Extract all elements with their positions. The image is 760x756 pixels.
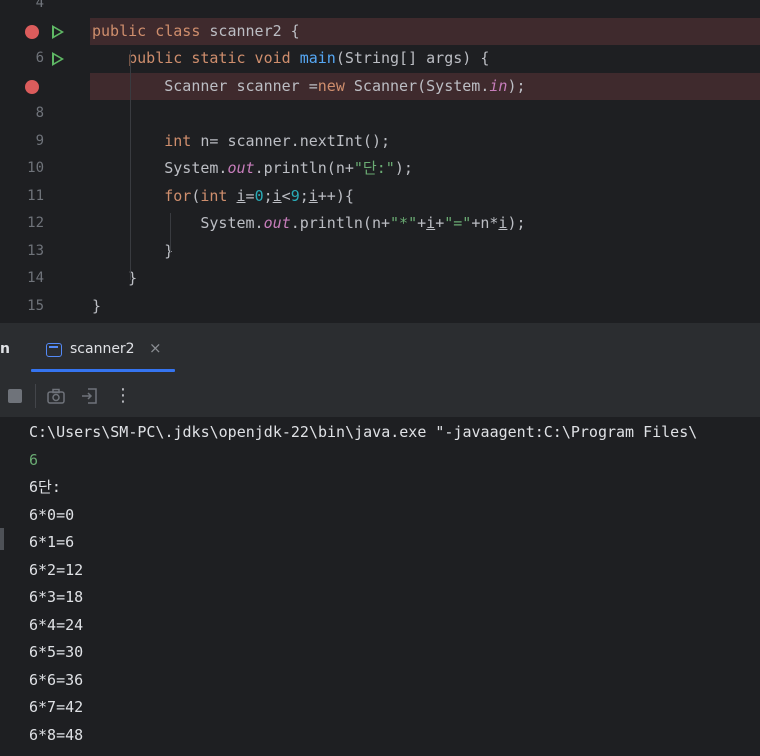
close-icon[interactable]: × — [149, 339, 162, 357]
code-line[interactable]: System.out.println(n+"*"+i+"="+n*i); — [92, 210, 525, 238]
run-toolbar: ⋮ — [0, 374, 760, 418]
run-gutter-icon[interactable] — [52, 52, 64, 66]
more-options-icon[interactable]: ⋮ — [114, 385, 132, 406]
breakpoint-icon[interactable] — [25, 24, 39, 39]
run-panel-header: n scanner2 × — [0, 322, 760, 374]
console-command-line: C:\Users\SM-PC\.jdks\openjdk-22\bin\java… — [29, 423, 698, 441]
console-output-line: 6*0=0 — [29, 505, 75, 524]
run-gutter-icon[interactable] — [52, 24, 64, 39]
tab-label: scanner2 — [70, 341, 135, 357]
line-number: 13 — [27, 242, 44, 259]
console-icon — [46, 343, 62, 357]
console-output-line: 6*4=24 — [29, 615, 84, 634]
code-line[interactable]: public static void main(String[] args) { — [92, 45, 489, 73]
console-output-line: 6*8=48 — [29, 725, 84, 744]
line-number: 10 — [27, 160, 44, 176]
code-line[interactable]: } — [92, 293, 101, 321]
code-line[interactable]: System.out.println(n+"단:"); — [92, 155, 413, 183]
line-number: 6 — [35, 50, 44, 66]
code-editor[interactable]: 4 public class scanner2 { 6 public static … — [0, 0, 760, 322]
console-output-line: 6*6=36 — [29, 670, 84, 689]
line-number: 9 — [35, 132, 44, 149]
line-number: 8 — [35, 105, 44, 121]
exit-icon[interactable] — [80, 386, 100, 406]
code-line[interactable]: Scanner scanner =new Scanner(System.in); — [92, 73, 525, 101]
console-output-line: 6*5=30 — [29, 643, 84, 661]
line-number: 14 — [27, 270, 44, 286]
console-input-line: 6 — [29, 450, 39, 469]
toolbar-divider — [35, 384, 36, 408]
code-line[interactable]: } — [92, 238, 173, 266]
line-number: 15 — [27, 297, 44, 314]
scroll-marker — [0, 528, 4, 550]
line-number: 11 — [27, 187, 44, 204]
breakpoint-icon[interactable] — [25, 79, 39, 94]
line-number: 12 — [27, 215, 44, 231]
stop-icon[interactable] — [8, 389, 22, 403]
code-line[interactable]: for(int i=0;i<9;i++){ — [92, 183, 354, 211]
console-output-line: 6*3=18 — [29, 588, 84, 606]
code-line[interactable]: public class scanner2 { — [92, 18, 300, 46]
console-output-line: 6*7=42 — [29, 698, 84, 716]
active-tab-indicator — [31, 369, 175, 372]
console-output-line: 6*1=6 — [29, 533, 75, 551]
code-line[interactable]: int n= scanner.nextInt(); — [92, 128, 390, 156]
indent-guide — [130, 50, 131, 280]
camera-icon[interactable] — [46, 386, 66, 406]
console-output[interactable]: C:\Users\SM-PC\.jdks\openjdk-22\bin\java… — [0, 418, 760, 756]
console-output-line: 6*2=12 — [29, 560, 84, 579]
line-number: 4 — [35, 0, 44, 11]
indent-guide — [170, 213, 171, 253]
run-panel-title: n — [0, 341, 10, 357]
console-output-line: 6단: — [29, 478, 61, 496]
